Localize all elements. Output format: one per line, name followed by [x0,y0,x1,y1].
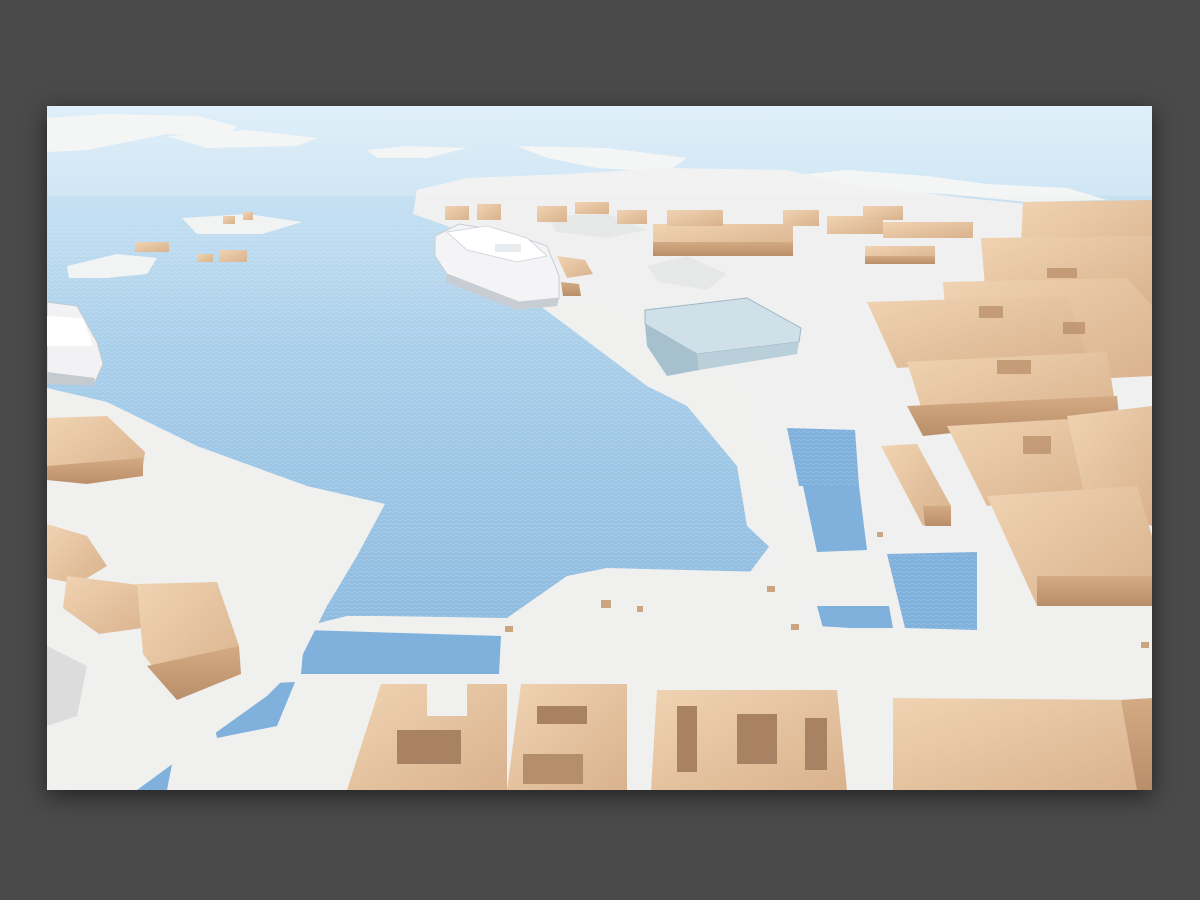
foreground-buildings [347,684,1152,790]
atmospheric-haze [47,106,1152,196]
render-frame [47,106,1152,790]
harbour-render [47,106,1152,790]
